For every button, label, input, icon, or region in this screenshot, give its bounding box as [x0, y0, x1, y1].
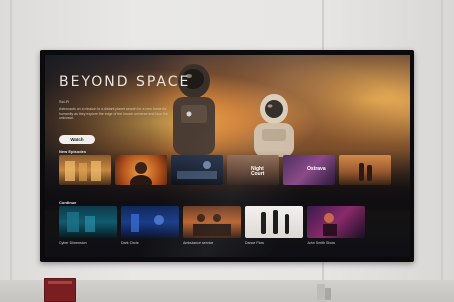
row1-tile-6[interactable] [339, 155, 391, 185]
scene-art [65, 161, 101, 181]
tile-caption: Dance Flow [245, 241, 264, 245]
scene-art [177, 161, 217, 179]
small-speaker [317, 284, 325, 300]
tv-screen: BEYOND SPACE Sci-Fi Astronauts on a miss… [45, 55, 410, 257]
row1-tile-3[interactable] [171, 155, 223, 185]
row2-tile-2[interactable] [121, 206, 179, 238]
tile-caption: Dark Circle [121, 241, 139, 245]
wall-seam [441, 0, 443, 302]
dancers-art [261, 210, 289, 234]
book-spine [48, 281, 72, 284]
row-label-new-episodes: New Episodes [59, 149, 87, 154]
couple-art [359, 163, 372, 181]
row1-tile-1[interactable] [59, 155, 111, 185]
tile-title: Ostrava [307, 166, 326, 172]
stage-art [323, 213, 337, 236]
wall-seam [10, 0, 12, 302]
row2-tile-3[interactable] [183, 206, 241, 238]
row1-tile-4[interactable]: Night Court [227, 155, 279, 185]
row1-tile-5[interactable]: Ostrava [283, 155, 335, 185]
tile-caption: Cyber Dimension [59, 241, 87, 245]
hero-title: BEYOND SPACE [59, 74, 191, 90]
row2-tile-1[interactable] [59, 206, 117, 238]
cyber-art [67, 212, 95, 232]
hero-description: Astronauts on a mission to a distant pla… [59, 107, 168, 120]
tile-caption: Ambulance service [183, 241, 214, 245]
hero-genre: Sci-Fi [59, 99, 70, 104]
watch-button[interactable]: Watch [59, 135, 95, 144]
row1-tile-2[interactable] [115, 155, 167, 185]
row2-tile-5[interactable] [307, 206, 365, 238]
portrait-art [130, 162, 152, 185]
neon-art [131, 214, 164, 232]
small-speaker [325, 288, 331, 300]
row-label-continue: Continue [59, 200, 77, 205]
tile-caption: John Smith Show [307, 241, 335, 245]
row2-tile-4[interactable] [245, 206, 303, 238]
people-art [193, 214, 231, 236]
tile-title: Night Court [251, 166, 265, 177]
astronaut-figure [254, 94, 294, 157]
